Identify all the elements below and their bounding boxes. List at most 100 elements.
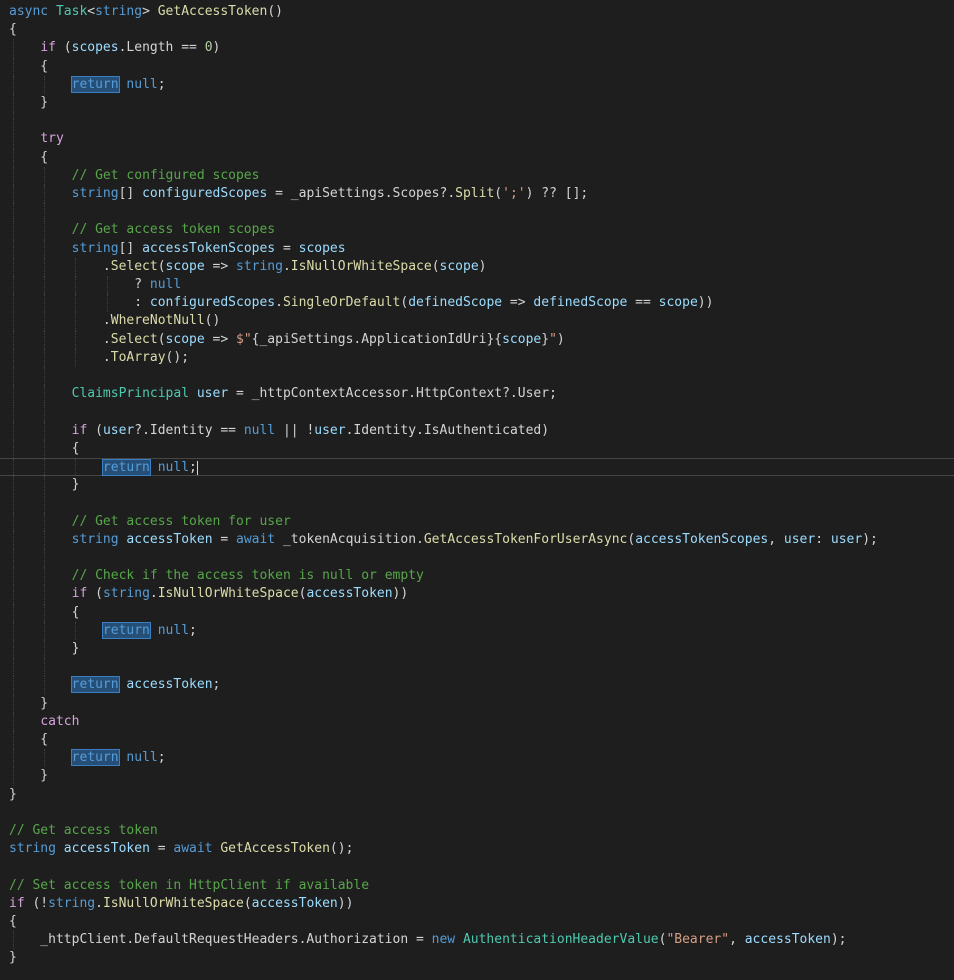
code-line[interactable]: // Get access token scopes [0,221,954,240]
indent-guide [44,385,46,404]
code-token-text: ( [400,295,409,311]
code-token-text: { [9,58,49,74]
indent-guide [44,640,46,659]
code-token-text: () [204,313,221,329]
code-line[interactable] [0,549,954,568]
code-line[interactable]: .Select(scope => $"{_apiSettings.Applica… [0,330,954,349]
code-line[interactable] [0,494,954,513]
code-token-text: .Length == [118,40,205,56]
indent-guide [13,112,14,131]
code-line[interactable]: } [0,694,954,713]
indent-guide [13,75,14,94]
code-token-text: { [9,732,49,747]
indent-guide [44,439,46,458]
code-line[interactable]: _httpClient.DefaultRequestHeaders.Author… [0,931,954,950]
code-line[interactable]: } [0,949,954,967]
code-token-text: ; [212,677,221,693]
code-line[interactable]: string[] configuredScopes = _apiSettings… [0,185,954,204]
code-line[interactable]: // Get access token [0,822,954,840]
code-line[interactable]: return null; [0,749,954,768]
code-line[interactable]: // Get access token for user [0,512,954,531]
code-line[interactable]: return null; [0,458,954,477]
code-line[interactable]: string accessToken = await GetAccessToke… [0,840,954,858]
code-line[interactable]: // Set access token in HttpClient if ava… [0,877,954,895]
code-line[interactable]: } [0,476,954,495]
code-line[interactable]: .Select(scope => string.IsNullOrWhiteSpa… [0,257,954,276]
code-line[interactable]: // Check if the access token is null or … [0,567,954,586]
code-line[interactable]: ? null [0,276,954,295]
code-token-control-keyword: if [71,586,88,602]
indent-guide [44,185,46,204]
code-line[interactable]: { [0,603,954,622]
code-line[interactable]: if (!string.IsNullOrWhiteSpace(accessTok… [0,895,954,913]
code-editor[interactable]: async Task<string> GetAccessToken(){ if … [0,0,954,980]
code-line[interactable] [0,367,954,386]
indent-guide [44,203,46,222]
code-line[interactable]: return null; [0,621,954,640]
code-line[interactable] [0,203,954,222]
indent-guide [75,459,77,476]
code-line[interactable]: : configuredScopes.SingleOrDefault(defin… [0,294,954,313]
code-token-text: ?.Identity == [134,422,244,438]
code-token-identifier: accessToken [63,841,150,857]
indent-guide [106,294,108,313]
code-line[interactable] [0,658,954,677]
code-line[interactable]: ClaimsPrincipal user = _httpContextAcces… [0,385,954,404]
code-token-text: . [149,586,158,602]
code-token-text: . [282,258,291,274]
code-line[interactable]: if (scopes.Length == 0) [0,39,954,58]
code-line[interactable]: string accessToken = await _tokenAcquisi… [0,530,954,549]
code-token-text: ); [862,531,878,547]
code-token-keyword: string [48,895,96,911]
code-token-text: ( [157,331,166,347]
code-token-identifier: scope [165,258,205,274]
code-line[interactable] [0,804,954,822]
code-line[interactable] [0,858,954,876]
code-line[interactable]: { [0,57,954,76]
code-token-text: ) [556,331,565,347]
code-token-string-literal: ';' [502,186,526,201]
code-line[interactable]: } [0,767,954,786]
code-line[interactable] [0,112,954,131]
code-token-text: } [9,950,17,966]
code-token-keyword: string [102,586,150,602]
code-token-string-literal: "Bearer" [666,932,730,948]
code-line[interactable]: catch [0,712,954,731]
code-token-type-name: Task [55,4,88,19]
code-token-method-name: WhereNotNull [110,313,205,329]
code-line[interactable]: { [0,21,954,39]
code-line[interactable]: { [0,148,954,167]
code-line[interactable]: .ToArray(); [0,348,954,367]
code-line[interactable]: } [0,94,954,113]
code-token-identifier: configuredScopes [149,295,276,311]
code-line[interactable]: async Task<string> GetAccessToken() [0,3,954,21]
code-line[interactable] [0,403,954,422]
code-token-method-name: IsNullOrWhiteSpace [102,895,244,911]
indent-guide [13,459,14,476]
indent-guide [75,621,77,640]
code-line[interactable]: return null; [0,75,954,94]
code-line[interactable]: .WhereNotNull() [0,312,954,331]
code-line[interactable]: // Get configured scopes [0,166,954,185]
code-line[interactable]: } [0,640,954,659]
code-line[interactable]: return accessToken; [0,676,954,695]
code-token-text: ); [830,932,847,948]
code-line[interactable]: if (user?.Identity == null || !user.Iden… [0,421,954,440]
indent-guide [106,276,108,295]
code-token-text: ; [189,460,197,475]
code-line[interactable]: } [0,786,954,804]
code-token-type-name: AuthenticationHeaderValue [462,932,659,948]
code-line[interactable]: { [0,439,954,458]
code-token-text: [] [118,186,143,201]
code-line[interactable]: { [0,913,954,931]
code-token-text: )) [697,295,714,311]
code-line[interactable]: { [0,731,954,750]
code-line[interactable]: try [0,130,954,149]
code-line[interactable]: string[] accessTokenScopes = scopes [0,239,954,258]
code-token-number-literal: 0 [204,40,213,56]
code-line[interactable]: if (string.IsNullOrWhiteSpace(accessToke… [0,585,954,604]
